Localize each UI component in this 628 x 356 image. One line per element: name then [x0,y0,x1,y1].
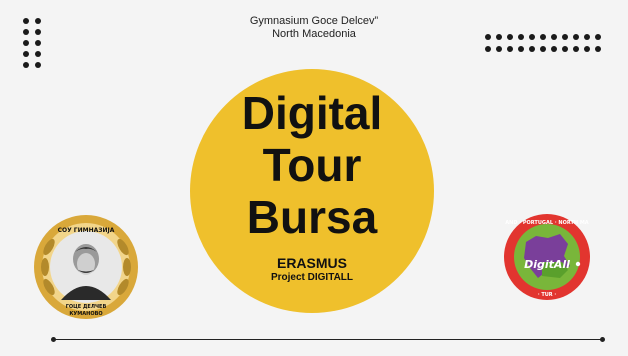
school-country: North Macedonia [272,28,356,40]
slide: Gymnasium Goce Delcev” North Macedonia D… [0,0,628,356]
svg-text:ГОЦЕ ДЕЛЧЕВ: ГОЦЕ ДЕЛЧЕВ [66,304,107,310]
svg-text:КУМАНОВО: КУМАНОВО [69,311,102,317]
svg-text:СОУ ГИМНАЗИЈА: СОУ ГИМНАЗИЈА [58,227,115,234]
school-name: Gymnasium Goce Delcev” [249,15,379,27]
digitall-project-logo: DigitAll AND · PORTUGAL · NORTH MA · TUR… [504,214,590,300]
svg-text:AND · PORTUGAL · NORTH MA: AND · PORTUGAL · NORTH MA [505,220,589,226]
svg-text:· TUR ·: · TUR · [538,292,557,298]
divider-endpoint-right [600,337,605,342]
title-line-3: Bursa [246,191,378,243]
program-name: ERASMUS [276,255,347,271]
school-seal-logo: СОУ ГИМНАЗИЈА ГОЦЕ ДЕЛЧЕВ КУМАНОВО [34,215,138,319]
footer-divider [53,339,602,340]
divider-endpoint-left [51,337,56,342]
project-name: Project DIGITALL [270,272,354,283]
title-line-1: Digital [241,87,383,139]
title-line-2: Tour [262,139,362,191]
svg-text:DigitAll: DigitAll [524,258,570,271]
